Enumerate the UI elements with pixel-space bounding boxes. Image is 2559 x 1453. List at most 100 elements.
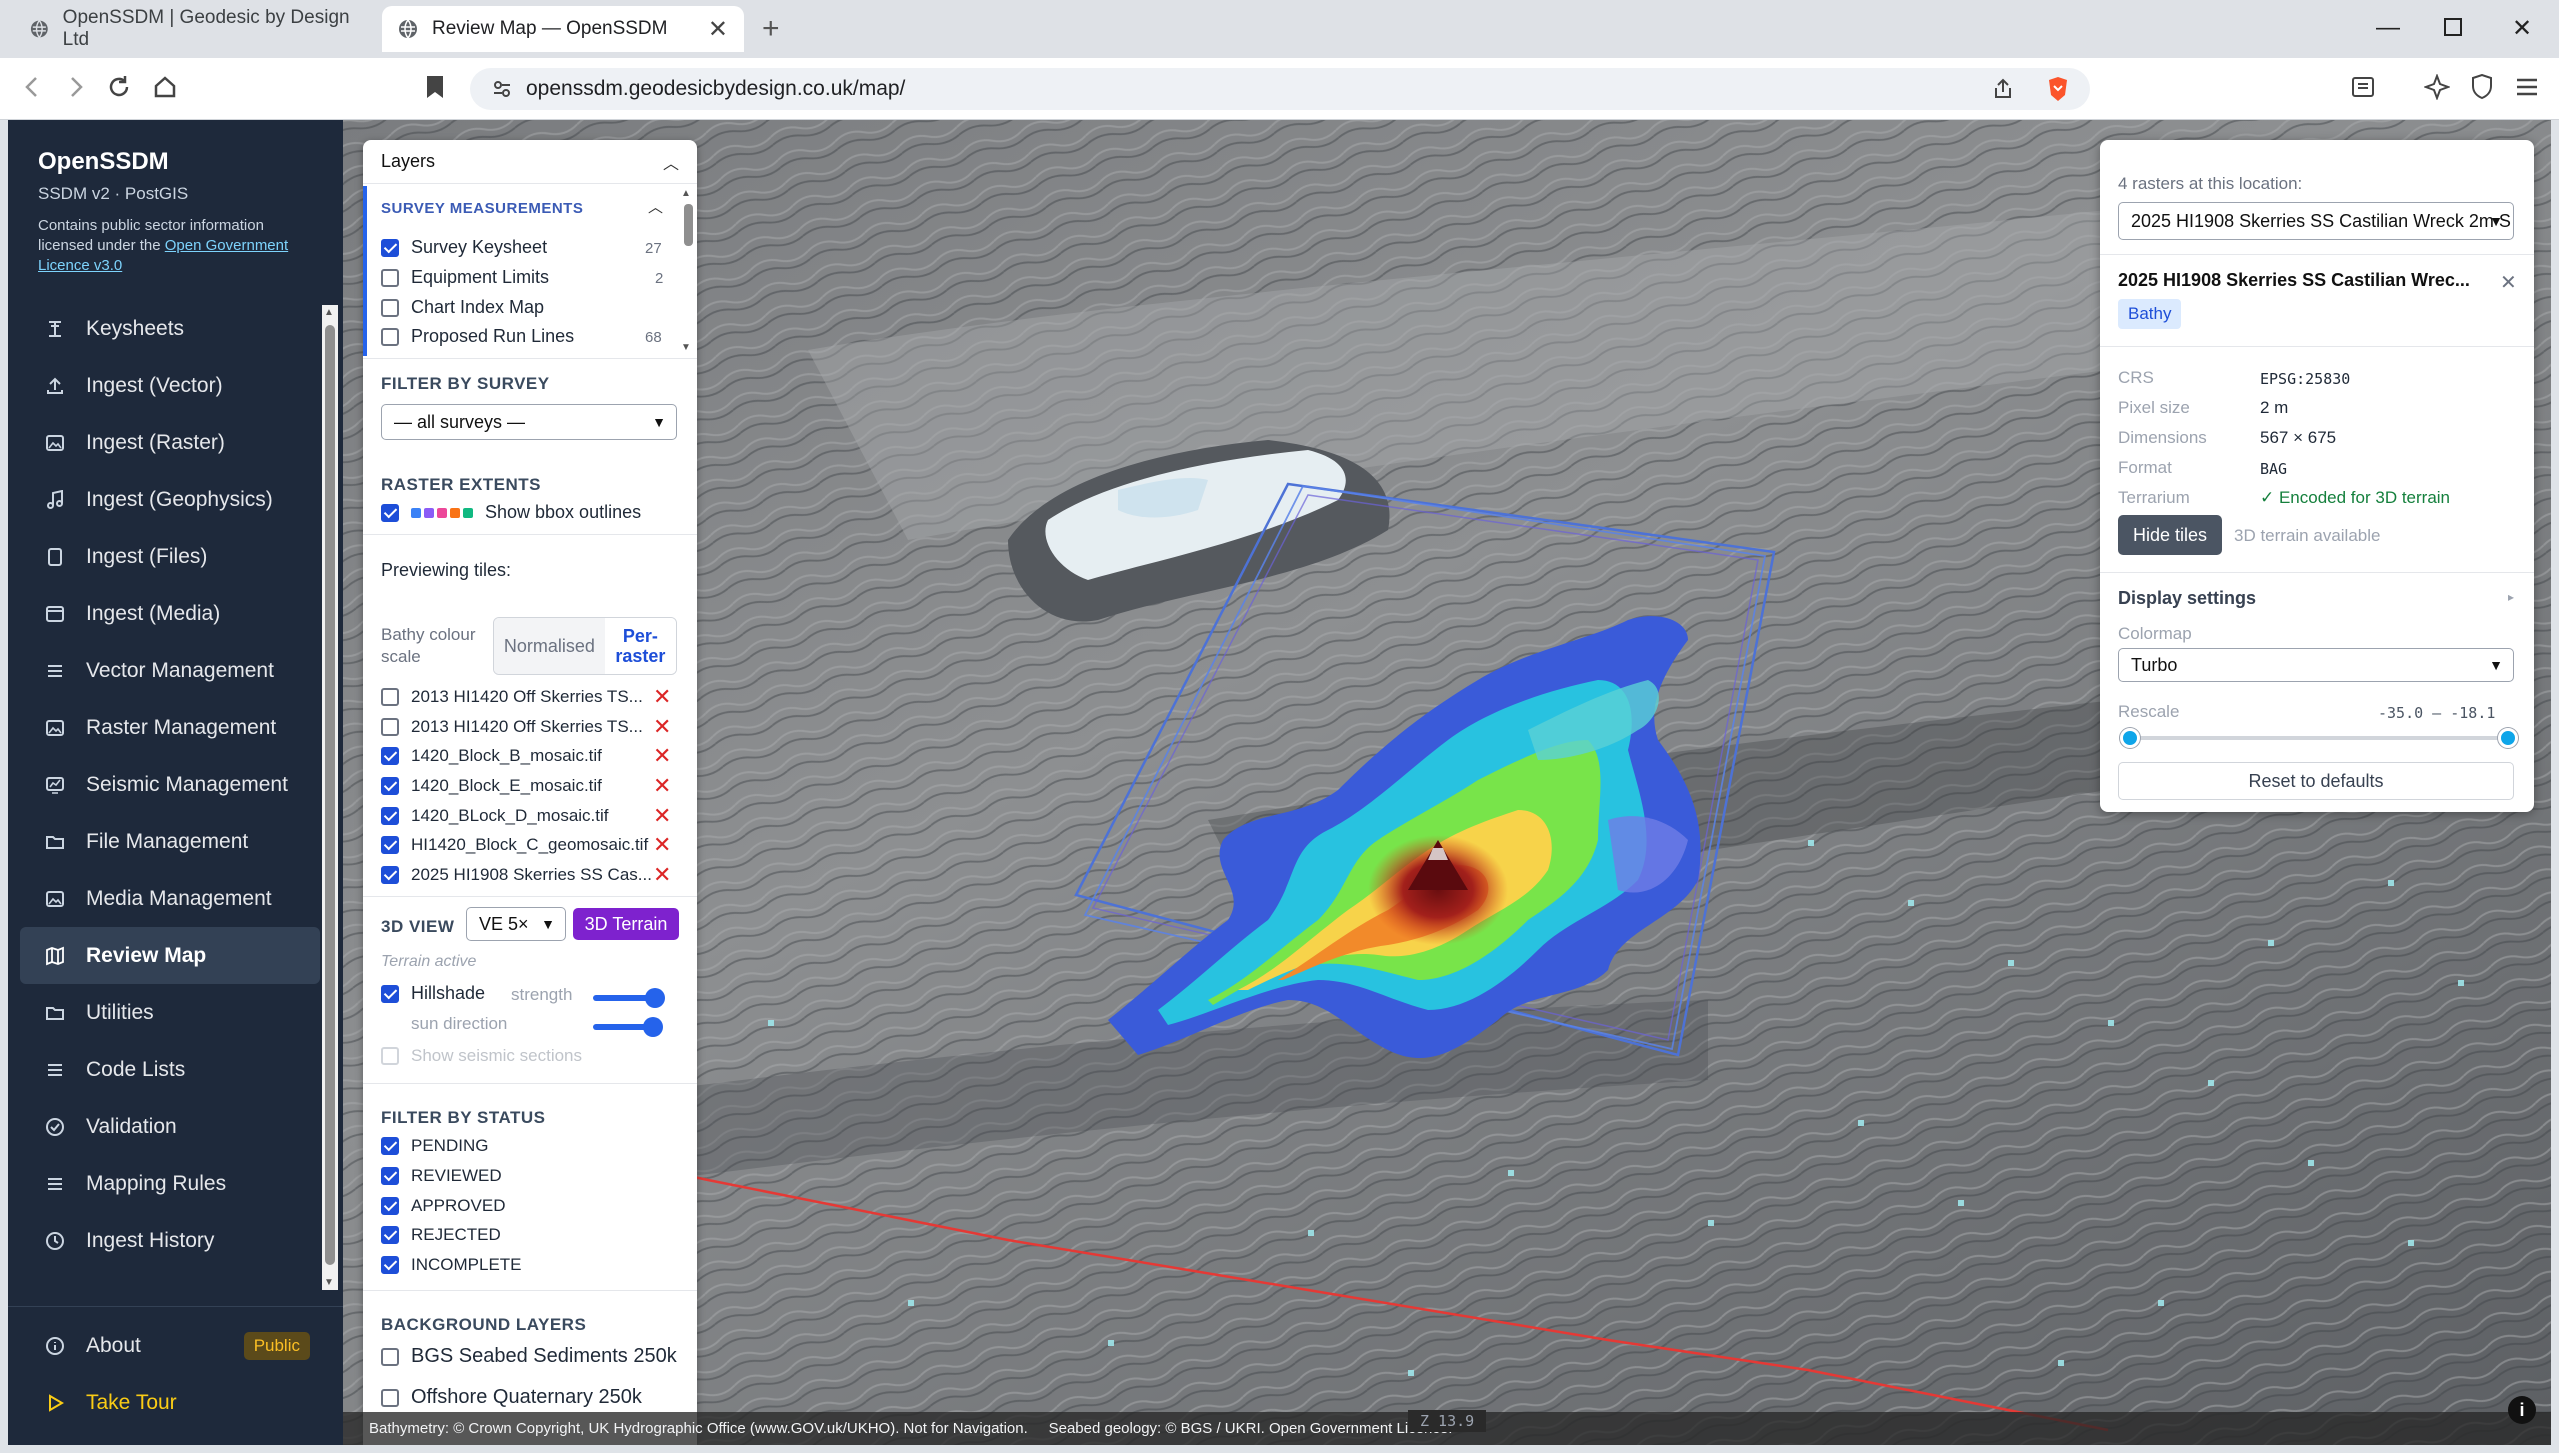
reload-icon[interactable]	[106, 74, 132, 100]
browser-tab-review-map[interactable]: Review Map — OpenSSDM ✕	[382, 6, 744, 52]
bookmark-icon[interactable]	[424, 74, 446, 100]
status-filter-pending[interactable]: PENDING	[381, 1136, 488, 1156]
sidebar-item-file-management[interactable]: File Management	[20, 813, 320, 870]
survey-filter-select[interactable]: — all surveys — ▼	[381, 404, 677, 440]
sidebar-item-ingest-media[interactable]: Ingest (Media)	[20, 585, 320, 642]
close-window-icon[interactable]: ✕	[2512, 14, 2532, 43]
remove-tile-icon[interactable]: ✕	[653, 745, 671, 767]
remove-tile-icon[interactable]: ✕	[653, 864, 671, 886]
sidebar-item-utilities[interactable]: Utilities	[20, 984, 320, 1041]
sidebar-item-keysheets[interactable]: Keysheets	[20, 300, 320, 357]
hide-tiles-button[interactable]: Hide tiles	[2118, 515, 2222, 555]
scroll-down-icon[interactable]: ▼	[324, 1277, 334, 1288]
tile-item[interactable]: 2013 HI1420 Off Skerries TS...	[381, 687, 643, 707]
vertical-exaggeration-select[interactable]: VE 5× ▼	[466, 907, 566, 941]
status-checkbox[interactable]	[381, 1167, 399, 1185]
sidebar-item-validation[interactable]: Validation	[20, 1098, 320, 1155]
scale-option-normalised[interactable]: Normalised	[494, 618, 605, 674]
status-filter-approved[interactable]: APPROVED	[381, 1196, 505, 1216]
status-checkbox[interactable]	[381, 1256, 399, 1274]
remove-tile-icon[interactable]: ✕	[653, 805, 671, 827]
sidebar-item-ingest-geophysics[interactable]: Ingest (Geophysics)	[20, 471, 320, 528]
sidebar-item-about[interactable]: About Public	[20, 1317, 320, 1374]
ai-assistant-icon[interactable]	[2424, 74, 2450, 100]
tile-item[interactable]: HI1420_Block_C_geomosaic.tif	[381, 835, 648, 855]
hillshade-strength-slider[interactable]	[593, 988, 665, 1008]
scrollbar-thumb[interactable]	[325, 325, 335, 1265]
sidebar-item-ingest-history[interactable]: Ingest History	[20, 1212, 320, 1269]
sidebar-item-take-tour[interactable]: Take Tour	[20, 1374, 320, 1431]
background-checkbox[interactable]	[381, 1388, 399, 1407]
scroll-up-icon[interactable]: ▲	[324, 307, 334, 318]
close-tab-icon[interactable]: ✕	[708, 15, 728, 44]
show-bbox-toggle[interactable]: Show bbox outlines	[381, 502, 641, 523]
sidebar-item-code-lists[interactable]: Code Lists	[20, 1041, 320, 1098]
slider-thumb[interactable]	[645, 988, 665, 1008]
sidebar-scrollbar[interactable]: ▲ ▼	[322, 305, 338, 1290]
status-filter-rejected[interactable]: REJECTED	[381, 1225, 501, 1245]
tile-checkbox[interactable]	[381, 718, 399, 736]
slider-thumb[interactable]	[643, 1017, 663, 1037]
layer-checkbox[interactable]	[381, 238, 399, 257]
remove-tile-icon[interactable]: ✕	[653, 686, 671, 708]
remove-tile-icon[interactable]: ✕	[653, 716, 671, 738]
info-icon[interactable]: i	[2508, 1396, 2536, 1424]
remove-tile-icon[interactable]: ✕	[653, 775, 671, 797]
sidebar-item-review-map[interactable]: Review Map	[20, 927, 320, 984]
hillshade-toggle[interactable]: Hillshade	[381, 983, 485, 1004]
brave-shield-icon[interactable]	[2046, 76, 2070, 102]
sidebar-item-mapping-rules[interactable]: Mapping Rules	[20, 1155, 320, 1212]
rescale-max-handle[interactable]	[2498, 728, 2518, 748]
tile-checkbox[interactable]	[381, 836, 399, 854]
layers-header[interactable]: Layers ︿	[363, 140, 697, 184]
rescale-range-slider[interactable]	[2120, 728, 2518, 748]
status-filter-incomplete[interactable]: INCOMPLETE	[381, 1255, 522, 1275]
home-icon[interactable]	[152, 74, 178, 100]
browser-tab-openssdm[interactable]: OpenSSDM | Geodesic by Design Ltd	[14, 6, 376, 52]
rescale-min-handle[interactable]	[2120, 728, 2140, 748]
status-checkbox[interactable]	[381, 1137, 399, 1155]
background-layer-offshore-quaternary[interactable]: Offshore Quaternary 250k	[381, 1386, 642, 1409]
sun-direction-slider[interactable]	[593, 1017, 663, 1037]
share-icon[interactable]	[1992, 78, 2014, 100]
hillshade-checkbox[interactable]	[381, 984, 399, 1003]
scroll-up-icon[interactable]: ▲	[681, 188, 695, 199]
reader-mode-icon[interactable]	[2350, 74, 2376, 100]
maximize-icon[interactable]	[2444, 18, 2462, 36]
tile-item[interactable]: 1420_BLock_D_mosaic.tif	[381, 806, 609, 826]
sidebar-item-ingest-files[interactable]: Ingest (Files)	[20, 528, 320, 585]
raster-select[interactable]: 2025 HI1908 Skerries SS Castilian Wreck …	[2118, 202, 2514, 240]
tile-item[interactable]: 1420_Block_E_mosaic.tif	[381, 776, 602, 796]
sidebar-item-raster-management[interactable]: Raster Management	[20, 699, 320, 756]
address-bar[interactable]: openssdm.geodesicbydesign.co.uk/map/	[470, 68, 2090, 110]
tile-item[interactable]: 2025 HI1908 Skerries SS Cas...	[381, 865, 652, 885]
collapse-icon[interactable]: ︿	[663, 150, 679, 174]
tile-item[interactable]: 1420_Block_B_mosaic.tif	[381, 746, 602, 766]
status-filter-reviewed[interactable]: REVIEWED	[381, 1166, 502, 1186]
layer-proposed-run-lines[interactable]: Proposed Run Lines	[381, 326, 574, 347]
background-layer-bgs-sediments[interactable]: BGS Seabed Sediments 250k	[381, 1345, 677, 1368]
sidebar-item-vector-management[interactable]: Vector Management	[20, 642, 320, 699]
vpn-shield-icon[interactable]	[2470, 74, 2494, 100]
colormap-select[interactable]: Turbo ▼	[2118, 648, 2514, 682]
sidebar-item-ingest-vector[interactable]: Ingest (Vector)	[20, 357, 320, 414]
menu-icon[interactable]	[2514, 74, 2540, 100]
tile-checkbox[interactable]	[381, 777, 399, 795]
scrollbar-thumb[interactable]	[684, 204, 693, 246]
close-panel-icon[interactable]: ✕	[2500, 270, 2517, 295]
scroll-down-icon[interactable]: ▼	[681, 342, 691, 353]
status-checkbox[interactable]	[381, 1197, 399, 1215]
sidebar-item-media-management[interactable]: Media Management	[20, 870, 320, 927]
seismic-sections-toggle[interactable]: Show seismic sections	[381, 1046, 582, 1066]
site-settings-icon[interactable]	[492, 79, 512, 99]
sidebar-item-ingest-raster[interactable]: Ingest (Raster)	[20, 414, 320, 471]
layer-chart-index-map[interactable]: Chart Index Map	[381, 297, 544, 318]
forward-icon[interactable]	[62, 74, 88, 100]
layer-equipment-limits[interactable]: Equipment Limits	[381, 267, 549, 288]
new-tab-icon[interactable]: +	[762, 14, 780, 44]
tile-checkbox[interactable]	[381, 747, 399, 765]
tile-checkbox[interactable]	[381, 807, 399, 825]
terrain-3d-button[interactable]: 3D Terrain	[573, 908, 679, 940]
survey-collapse-icon[interactable]: ︿	[648, 196, 663, 217]
layer-checkbox[interactable]	[381, 327, 399, 346]
